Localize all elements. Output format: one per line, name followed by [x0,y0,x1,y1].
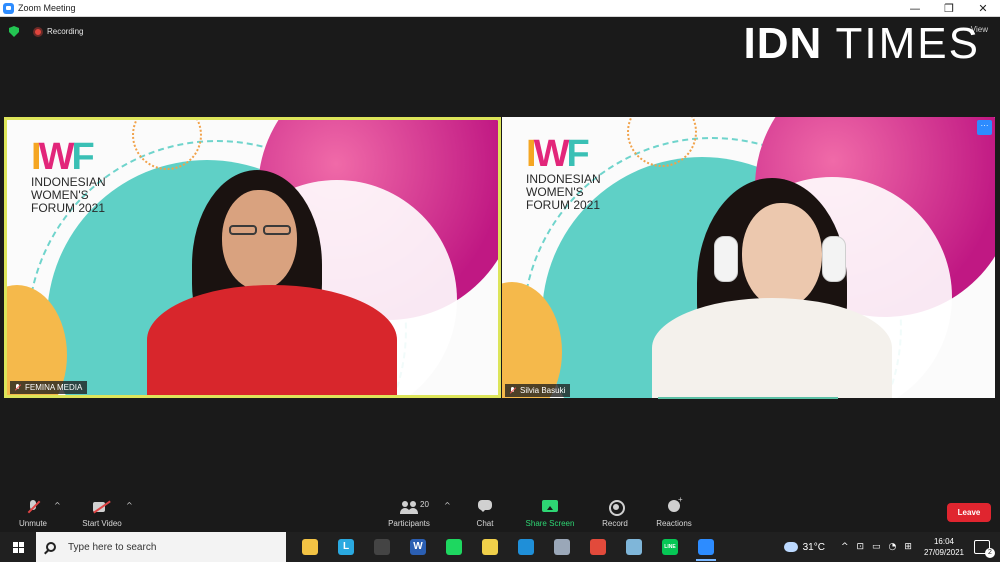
clock-time: 16:04 [933,537,954,546]
windows-logo-icon [12,541,24,553]
shield-icon[interactable] [9,26,19,37]
edge-icon [518,539,534,555]
system-tray: 31°C ^ ⊡ ▭ ◔ ⊞ 16:04 27/09/2021 2 [783,532,1000,562]
minimize-button[interactable]: — [898,0,932,17]
show-hidden-icons[interactable]: ^ [841,542,849,552]
window-title: Zoom Meeting [18,3,76,13]
word-icon: W [410,539,426,555]
restore-button[interactable]: ❐ [932,0,966,17]
meeting-status: Recording [9,26,83,37]
taskbar-app-edge[interactable] [508,532,544,562]
windows-taskbar: Type here to search L W LINE 31°C ^ ⊡ ▭ ◔ … [0,532,1000,562]
taskbar-app-file-explorer[interactable] [292,532,328,562]
notification-badge: 2 [985,548,995,558]
taskbar-app-word[interactable]: W [400,532,436,562]
wifi-icon[interactable]: ◔ [889,542,897,552]
mic-muted-icon [509,386,516,395]
search-icon [46,542,56,552]
taskbar-app-spotify[interactable] [436,532,472,562]
watermark-left: IDN [743,19,823,68]
share-screen-icon [541,500,559,514]
unmute-button[interactable]: Unmute [12,492,54,532]
weather-icon[interactable] [783,542,798,552]
taskbar-app-store[interactable] [364,532,400,562]
taskbar-app-line[interactable]: LINE [652,532,688,562]
taskbar-app-zoom[interactable] [688,532,724,562]
taskbar-search[interactable]: Type here to search [36,532,286,562]
iwf-logo: IWF INDONESIAN WOMEN'S FORUM 2021 [526,133,601,212]
recording-label: Recording [47,27,84,36]
participant-name: Silvia Basuki [520,386,566,395]
chat-icon [476,500,494,514]
participants-count: 20 [420,500,429,509]
record-icon [606,500,625,516]
reactions-icon [665,495,683,514]
chat-button[interactable]: Chat [470,492,500,532]
line-icon: LINE [662,539,678,555]
reactions-button[interactable]: Reactions [652,492,696,532]
sticky-notes-icon [482,539,498,555]
start-button[interactable] [0,532,36,562]
tile-more-button[interactable]: ··· [977,120,992,135]
taskbar-app-l-app[interactable]: L [328,532,364,562]
participants-button[interactable]: Participants [384,492,434,532]
participants-options-caret[interactable]: ^ [444,501,451,510]
taskbar-app-notepad[interactable] [616,532,652,562]
paint-icon [554,539,570,555]
participant-video [622,148,912,398]
window-controls: — ❐ ✕ [898,0,1000,17]
taskbar-app-chrome[interactable] [580,532,616,562]
video-tile-silvia-basuki[interactable]: IWF INDONESIAN WOMEN'S FORUM 2021 ··· Si… [502,117,995,398]
search-placeholder: Type here to search [68,541,157,553]
participant-name-tag: FEMINA MEDIA [10,381,88,394]
idn-times-watermark: IDN TIMES [744,19,980,69]
notification-icon[interactable]: 2 [974,540,995,558]
participant-video [127,145,417,395]
zoom-icon [698,539,714,555]
chrome-icon [590,539,606,555]
file-explorer-icon [302,539,318,555]
recording-icon [33,26,43,37]
share-screen-button[interactable]: Share Screen [522,492,578,532]
video-off-icon [93,500,111,514]
participant-name-tag: Silvia Basuki [505,384,571,397]
mic-off-icon [24,500,42,514]
meet-now-icon[interactable]: ⊡ [856,542,864,552]
audio-options-caret[interactable]: ^ [54,501,61,510]
taskbar-clock[interactable]: 16:04 27/09/2021 [924,536,964,558]
video-options-caret[interactable]: ^ [126,501,133,510]
leave-button[interactable]: Leave [947,503,991,522]
speaker-indicator [658,397,838,399]
battery-icon[interactable]: ▭ [872,542,881,552]
temperature[interactable]: 31°C [803,542,825,553]
participants-icon [400,500,418,514]
pinned-apps: L W LINE [292,532,724,562]
volume-icon[interactable]: ⊞ [904,542,912,552]
video-tile-femina-media[interactable]: IWF INDONESIAN WOMEN'S FORUM 2021 FEMINA… [4,117,501,398]
watermark-right: TIMES [835,19,980,68]
taskbar-app-sticky-notes[interactable] [472,532,508,562]
notepad-icon [626,539,642,555]
meeting-toolbar: Unmute ^ Start Video ^ Participants 20 ^… [0,492,1000,532]
record-button[interactable]: Record [598,492,632,532]
iwf-logo: IWF INDONESIAN WOMEN'S FORUM 2021 [31,136,106,215]
store-icon [374,539,390,555]
title-bar: Zoom Meeting — ❐ ✕ [0,0,1000,17]
zoom-app-icon [3,2,14,14]
close-button[interactable]: ✕ [966,0,1000,17]
mic-muted-icon [14,383,21,392]
l-app-icon: L [338,539,354,555]
spotify-icon [446,539,462,555]
start-video-button[interactable]: Start Video [78,492,126,532]
participant-name: FEMINA MEDIA [25,383,83,392]
clock-date: 27/09/2021 [923,548,964,557]
taskbar-app-paint[interactable] [544,532,580,562]
